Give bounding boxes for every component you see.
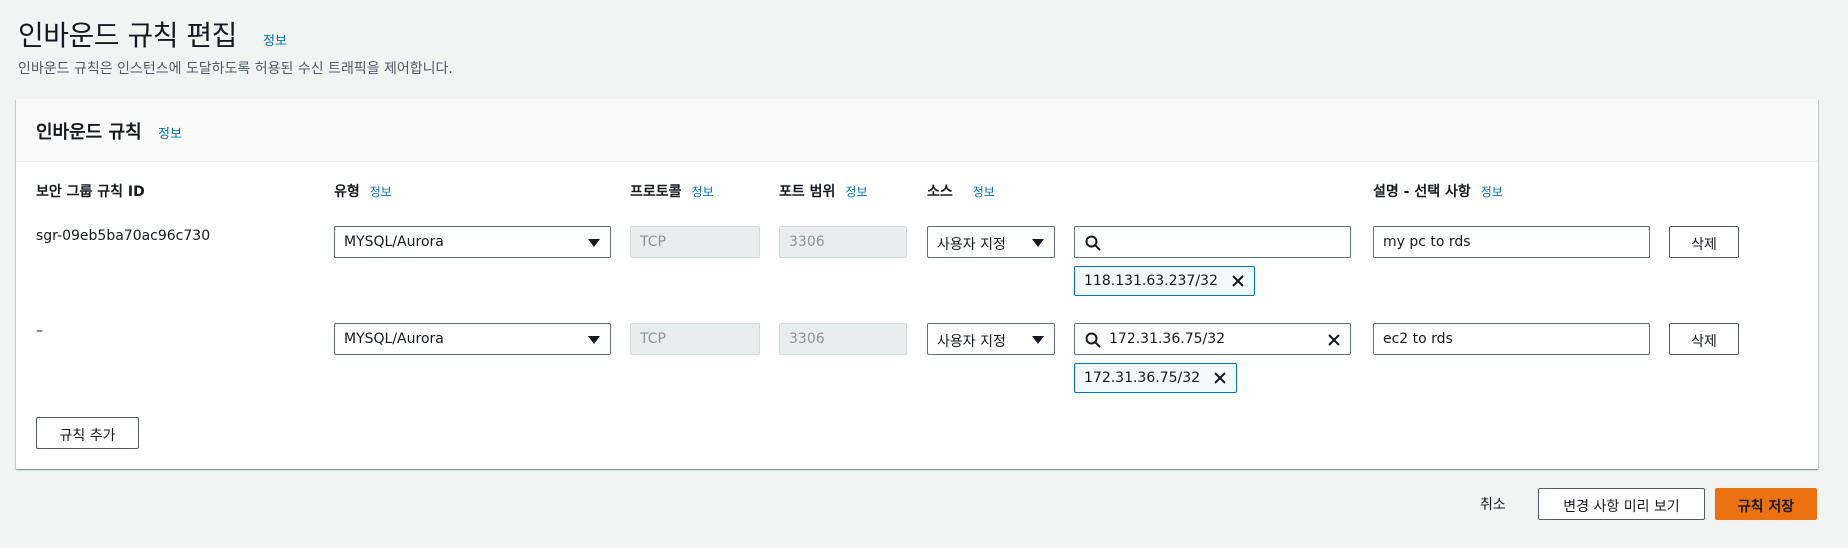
protocol-field-2: TCP (630, 323, 760, 355)
inbound-rules-panel: 인바운드 규칙 정보 보안 그룹 규칙 ID 유형 정보 프로토콜 정보 포트 범위… (16, 99, 1818, 469)
caret-down-icon (1032, 239, 1044, 247)
source-token-1-label: 118.131.63.237/32 (1084, 273, 1218, 289)
save-rules-button[interactable]: 규칙 저장 (1715, 488, 1817, 520)
remove-token-icon[interactable] (1230, 273, 1246, 289)
protocol-field-1: TCP (630, 226, 760, 258)
source-type-select-2[interactable]: 사용자 지정 (927, 323, 1055, 355)
source-type-select-1[interactable]: 사용자 지정 (927, 226, 1055, 258)
source-token-1: 118.131.63.237/32 (1074, 266, 1255, 296)
preview-changes-button[interactable]: 변경 사항 미리 보기 (1538, 488, 1705, 520)
column-header-source-label: 소스 (927, 184, 953, 200)
port-range-field-2: 3306 (779, 323, 907, 355)
description-input-2-value: ec2 to rds (1383, 331, 1453, 347)
add-rule-button[interactable]: 규칙 추가 (36, 417, 139, 449)
description-info-link[interactable]: 정보 (1481, 185, 1503, 199)
type-select-2-value: MYSQL/Aurora (344, 331, 444, 347)
description-input-2[interactable]: ec2 to rds (1373, 323, 1650, 355)
delete-rule-button-1[interactable]: 삭제 (1669, 226, 1739, 258)
column-header-protocol-label: 프로토콜 (630, 184, 682, 200)
type-info-link[interactable]: 정보 (370, 185, 392, 199)
search-icon (1085, 235, 1101, 251)
page-description: 인바운드 규칙은 인스턴스에 도달하도록 허용된 수신 트래픽을 제어합니다. (18, 61, 453, 77)
source-info-link[interactable]: 정보 (973, 185, 995, 199)
type-select-2[interactable]: MYSQL/Aurora (334, 323, 611, 355)
remove-token-icon[interactable] (1212, 370, 1228, 386)
column-header-source: 소스 정보 (927, 181, 995, 201)
column-header-port-range-label: 포트 범위 (779, 184, 836, 200)
description-input-1-value: my pc to rds (1383, 234, 1471, 250)
protocol-info-link[interactable]: 정보 (692, 185, 714, 199)
column-header-type-label: 유형 (334, 184, 360, 200)
column-header-protocol: 프로토콜 정보 (630, 181, 714, 201)
source-type-select-2-value: 사용자 지정 (937, 334, 1006, 350)
source-search-input-1[interactable] (1074, 226, 1351, 258)
search-icon (1085, 332, 1101, 348)
source-search-input-2-value: 172.31.36.75/32 (1109, 331, 1226, 347)
caret-down-icon (588, 239, 600, 247)
page-title-info-link[interactable]: 정보 (263, 30, 287, 49)
type-select-1-value: MYSQL/Aurora (344, 234, 444, 250)
column-header-description: 설명 - 선택 사항 정보 (1373, 181, 1503, 201)
column-header-description-label: 설명 - 선택 사항 (1373, 184, 1471, 200)
panel-title: 인바운드 규칙 (36, 122, 142, 143)
panel-header: 인바운드 규칙 정보 (16, 99, 1818, 162)
source-token-2-label: 172.31.36.75/32 (1084, 370, 1201, 386)
source-search-input-2[interactable]: 172.31.36.75/32 (1074, 323, 1351, 355)
page-title: 인바운드 규칙 편집 (18, 19, 237, 52)
column-header-type: 유형 정보 (334, 181, 392, 201)
caret-down-icon (588, 336, 600, 344)
source-token-2: 172.31.36.75/32 (1074, 363, 1238, 393)
column-header-port-range: 포트 범위 정보 (779, 181, 868, 201)
delete-rule-button-2[interactable]: 삭제 (1669, 323, 1739, 355)
rule-id-1: sgr-09eb5ba70ac96c730 (36, 228, 211, 244)
source-type-select-1-value: 사용자 지정 (937, 237, 1006, 253)
rule-id-2: – (36, 323, 43, 339)
column-header-rule-id-label: 보안 그룹 규칙 ID (36, 184, 145, 200)
panel-title-info-link[interactable]: 정보 (158, 123, 182, 142)
description-input-1[interactable]: my pc to rds (1373, 226, 1650, 258)
clear-input-icon[interactable] (1326, 332, 1342, 348)
caret-down-icon (1032, 336, 1044, 344)
type-select-1[interactable]: MYSQL/Aurora (334, 226, 611, 258)
column-header-rule-id: 보안 그룹 규칙 ID (36, 181, 145, 201)
port-range-info-link[interactable]: 정보 (845, 185, 867, 199)
cancel-button[interactable]: 취소 (1480, 494, 1506, 514)
port-range-field-1: 3306 (779, 226, 907, 258)
